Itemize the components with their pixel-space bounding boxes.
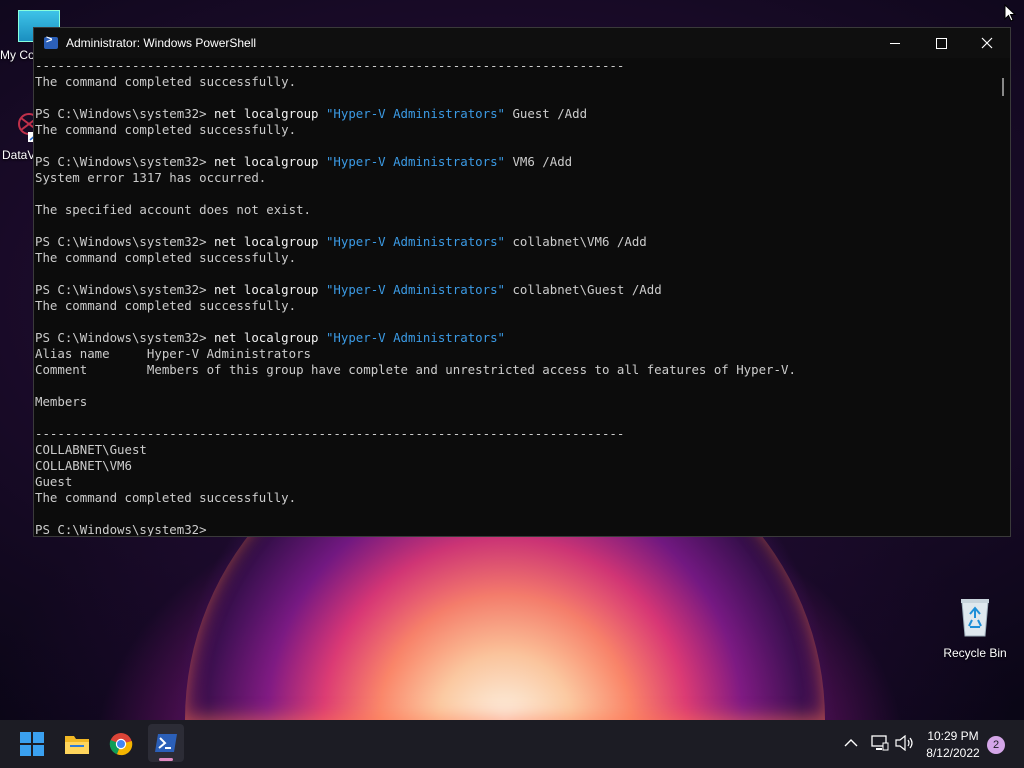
console-text: The command completed successfully. [35, 74, 297, 89]
console-text: Comment Members of this group have compl… [35, 362, 796, 377]
console-text: The command completed successfully. [35, 298, 297, 313]
console-text: VM6 /Add [505, 154, 573, 169]
vertical-scrollbar[interactable] [996, 58, 1010, 536]
console-line: Guest [35, 474, 996, 490]
console-line: PS C:\Windows\system32> [35, 522, 996, 536]
recycle-bin-icon [958, 596, 992, 638]
console-line: ----------------------------------------… [35, 58, 996, 74]
console-text: PS C:\Windows\system32> [35, 106, 215, 121]
console-line: PS C:\Windows\system32> net localgroup "… [35, 106, 996, 122]
notification-badge[interactable]: 2 [987, 736, 1005, 754]
clock[interactable]: 10:29 PM 8/12/2022 [918, 728, 988, 762]
console-string: "Hyper-V Administrators" [325, 330, 505, 345]
maximize-button[interactable] [918, 28, 964, 58]
console-line: PS C:\Windows\system32> net localgroup "… [35, 234, 996, 250]
network-button[interactable] [871, 735, 889, 756]
console-text: PS C:\Windows\system32> [35, 234, 215, 249]
console-line: COLLABNET\Guest [35, 442, 996, 458]
console-command: net localgroup [214, 234, 326, 249]
console-text: The command completed successfully. [35, 122, 297, 137]
console-text: ----------------------------------------… [35, 58, 625, 73]
chrome-button[interactable] [105, 728, 137, 760]
powershell-taskbar-button[interactable] [148, 724, 184, 762]
console-string: "Hyper-V Administrators" [325, 154, 505, 169]
console-text: The command completed successfully. [35, 490, 297, 505]
console-command: net localgroup [214, 154, 326, 169]
scrollbar-thumb[interactable] [1002, 78, 1004, 96]
console-text: PS C:\Windows\system32> [35, 154, 215, 169]
console-text: System error 1317 has occurred. [35, 170, 267, 185]
console-text: Alias name Hyper-V Administrators [35, 346, 312, 361]
console-output[interactable]: ----------------------------------------… [34, 58, 996, 536]
console-line: The command completed successfully. [35, 490, 996, 506]
powershell-window[interactable]: Administrator: Windows PowerShell ------… [33, 27, 1011, 537]
console-line: The command completed successfully. [35, 250, 996, 266]
console-line: PS C:\Windows\system32> net localgroup "… [35, 282, 996, 298]
console-text: Guest /Add [505, 106, 588, 121]
console-line: Members [35, 394, 996, 410]
console-line: The command completed successfully. [35, 74, 996, 90]
console-text: PS C:\Windows\system32> [35, 282, 215, 297]
network-icon [871, 735, 889, 751]
window-title: Administrator: Windows PowerShell [66, 36, 257, 50]
console-text: COLLABNET\Guest [35, 442, 147, 457]
console-text: PS C:\Windows\system32> [35, 522, 207, 536]
console-line: System error 1317 has occurred. [35, 170, 996, 186]
console-command: net localgroup [214, 106, 326, 121]
console-line: The command completed successfully. [35, 122, 996, 138]
start-icon [20, 732, 44, 756]
console-text: The specified account does not exist. [35, 202, 312, 217]
file-explorer-icon [65, 736, 89, 754]
clock-date: 8/12/2022 [926, 746, 980, 760]
console-line: The command completed successfully. [35, 298, 996, 314]
minimize-button[interactable] [872, 28, 918, 58]
powershell-icon [44, 34, 58, 49]
show-hidden-icons-button[interactable] [844, 736, 858, 755]
window-titlebar[interactable]: Administrator: Windows PowerShell [34, 28, 1010, 58]
console-text: Guest [35, 474, 73, 489]
volume-button[interactable] [895, 734, 915, 756]
console-string: "Hyper-V Administrators" [325, 282, 505, 297]
console-text: collabnet\Guest /Add [505, 282, 662, 297]
start-button[interactable] [16, 728, 48, 760]
console-text: ----------------------------------------… [35, 426, 625, 441]
powershell-icon [155, 734, 177, 752]
console-string: "Hyper-V Administrators" [325, 106, 505, 121]
console-text: collabnet\VM6 /Add [505, 234, 647, 249]
console-line: The specified account does not exist. [35, 202, 996, 218]
file-explorer-button[interactable] [61, 728, 93, 760]
clock-time: 10:29 PM [927, 729, 979, 743]
chevron-up-icon [844, 739, 858, 747]
console-command: net localgroup [214, 282, 326, 297]
console-line: Comment Members of this group have compl… [35, 362, 996, 378]
volume-icon [895, 734, 913, 752]
console-text: PS C:\Windows\system32> [35, 330, 215, 345]
console-line: PS C:\Windows\system32> net localgroup "… [35, 330, 996, 346]
active-indicator [159, 758, 173, 761]
console-text: Members [35, 394, 88, 409]
console-command: net localgroup [214, 330, 326, 345]
console-text: The command completed successfully. [35, 250, 297, 265]
close-button[interactable] [964, 28, 1010, 58]
desktop-icon-recycle-bin[interactable]: Recycle Bin [940, 596, 1010, 660]
mouse-cursor-icon [1004, 3, 1017, 27]
chrome-icon [109, 733, 133, 756]
close-icon [981, 37, 993, 49]
console-line: Alias name Hyper-V Administrators [35, 346, 996, 362]
console-string: "Hyper-V Administrators" [325, 234, 505, 249]
console-line: PS C:\Windows\system32> net localgroup "… [35, 154, 996, 170]
console-line: ----------------------------------------… [35, 426, 996, 442]
desktop-icon-label: Recycle Bin [943, 646, 1007, 660]
console-line: COLLABNET\VM6 [35, 458, 996, 474]
console-text: COLLABNET\VM6 [35, 458, 132, 473]
